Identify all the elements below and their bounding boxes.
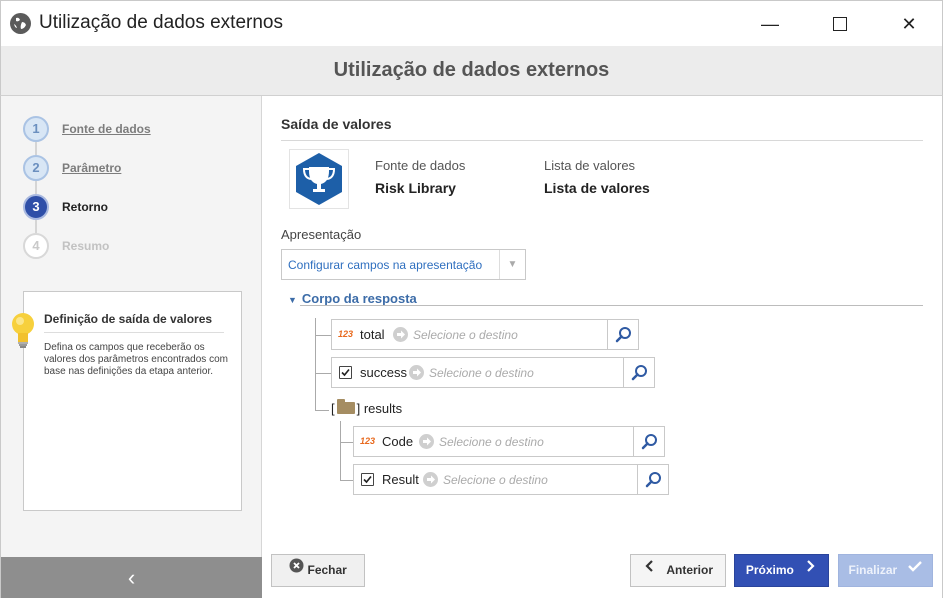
minimize-button[interactable]: — [748,9,792,39]
step-number: 1 [23,116,49,142]
arrow-right-icon [409,365,424,380]
source-label: Fonte de dados [375,158,466,173]
wizard-title: Utilização de dados externos [333,59,610,81]
field-name: Result [382,472,419,487]
boolean-type-icon [361,473,374,486]
tree-title: Corpo da resposta [301,291,417,306]
caret-down-icon: ▼ [288,295,297,305]
tree-connector [315,318,316,410]
field-name: total [360,327,385,342]
trophy-icon [289,149,349,209]
tree-connector [340,442,353,443]
step-retorno: 3 Retorno [23,194,243,220]
step-label: Retorno [62,200,108,214]
previous-button[interactable]: Anterior [630,554,726,587]
step-label[interactable]: Parâmetro [62,161,121,175]
field-row-code: 123 Code Selecione o destino [353,426,665,457]
maximize-button[interactable] [818,9,862,39]
search-icon [645,472,661,488]
field-row-result: Result Selecione o destino [353,464,669,495]
search-icon [631,365,647,381]
presentation-label: Apresentação [281,227,362,242]
destination-input[interactable]: Selecione o destino [429,366,534,380]
close-button[interactable]: Fechar [271,554,365,587]
folder-label: ] results [356,401,403,416]
step-number: 3 [23,194,49,220]
help-panel: Definição de saída de valores Defina os … [12,291,242,511]
search-destination-button[interactable] [607,320,638,349]
folder-icon [336,399,355,415]
tree-folder-results: [ ] results [331,399,403,421]
finish-button: Finalizar [838,554,933,587]
next-button[interactable]: Próximo [734,554,829,587]
step-connector [35,181,37,194]
step-number: 4 [23,233,49,259]
arrow-right-icon [393,327,408,342]
folder-bracket: [ [331,401,335,416]
list-label: Lista de valores [544,158,636,173]
maximize-icon [833,16,847,31]
field-name: Code [382,434,414,449]
step-label: Resumo [62,239,110,253]
collapse-sidebar-button[interactable]: ‹ [1,557,262,598]
search-icon [641,434,657,450]
step-fonte-de-dados[interactable]: 1 Fonte de dados [23,116,243,142]
help-divider [44,332,224,333]
tree-connector [315,410,329,411]
search-destination-button[interactable] [623,358,654,387]
chevron-right-icon [803,554,817,585]
close-window-button[interactable]: ✕ [887,9,931,39]
search-icon [615,327,631,343]
search-destination-button[interactable] [633,427,664,456]
help-text: Defina os campos que receberão os valore… [44,342,228,377]
step-connector [35,220,37,233]
window-title: Utilização de dados externos [39,12,283,33]
section-title: Saída de valores [281,116,392,132]
destination-input[interactable]: Selecione o destino [439,435,544,449]
tree-connector [315,335,331,336]
step-connector [35,142,37,155]
tree-connector [340,421,341,481]
main-panel: Saída de valores Fonte de dados Risk Lib… [262,96,943,598]
next-button-label: Próximo [745,563,794,577]
chevron-left-icon [643,554,657,585]
tree-divider [300,305,923,306]
destination-input[interactable]: Selecione o destino [413,328,518,342]
field-row-success: success Selecione o destino [331,357,655,388]
window-titlebar: Utilização de dados externos — ✕ [0,0,943,46]
arrow-right-icon [423,472,438,487]
step-number: 2 [23,155,49,181]
tree-connector [340,480,353,481]
step-parametro[interactable]: 2 Parâmetro [23,155,243,181]
presentation-select[interactable]: Configurar campos na apresentação ▼ [281,249,526,280]
wizard-header: Utilização de dados externos [0,46,943,96]
step-label[interactable]: Fonte de dados [62,122,151,136]
section-divider [281,140,923,141]
close-circle-icon [289,554,304,585]
number-type-icon: 123 [360,436,376,446]
tree-toggle-corpo-da-resposta[interactable]: ▼ Corpo da resposta [288,291,417,306]
source-value: Risk Library [375,180,456,196]
previous-button-label: Anterior [666,563,713,577]
lightbulb-icon [10,312,36,353]
number-type-icon: 123 [338,329,354,339]
presentation-value: Configurar campos na apresentação [288,258,483,272]
search-destination-button[interactable] [637,465,668,494]
finish-button-label: Finalizar [848,563,898,577]
globe-icon [10,13,31,34]
destination-input[interactable]: Selecione o destino [443,473,548,487]
wizard-sidebar: 1 Fonte de dados 2 Parâmetro 3 Retorno 4… [0,96,262,598]
help-title: Definição de saída de valores [44,312,213,326]
close-button-label: Fechar [307,563,347,577]
boolean-type-icon [339,366,352,379]
field-row-total: 123 total Selecione o destino [331,319,639,350]
tree-connector [315,373,331,374]
field-name: success [360,365,407,380]
step-resumo: 4 Resumo [23,233,243,259]
chevron-down-icon[interactable]: ▼ [499,250,525,279]
list-value: Lista de valores [544,180,650,196]
checkmark-icon [907,554,923,585]
arrow-right-icon [419,434,434,449]
